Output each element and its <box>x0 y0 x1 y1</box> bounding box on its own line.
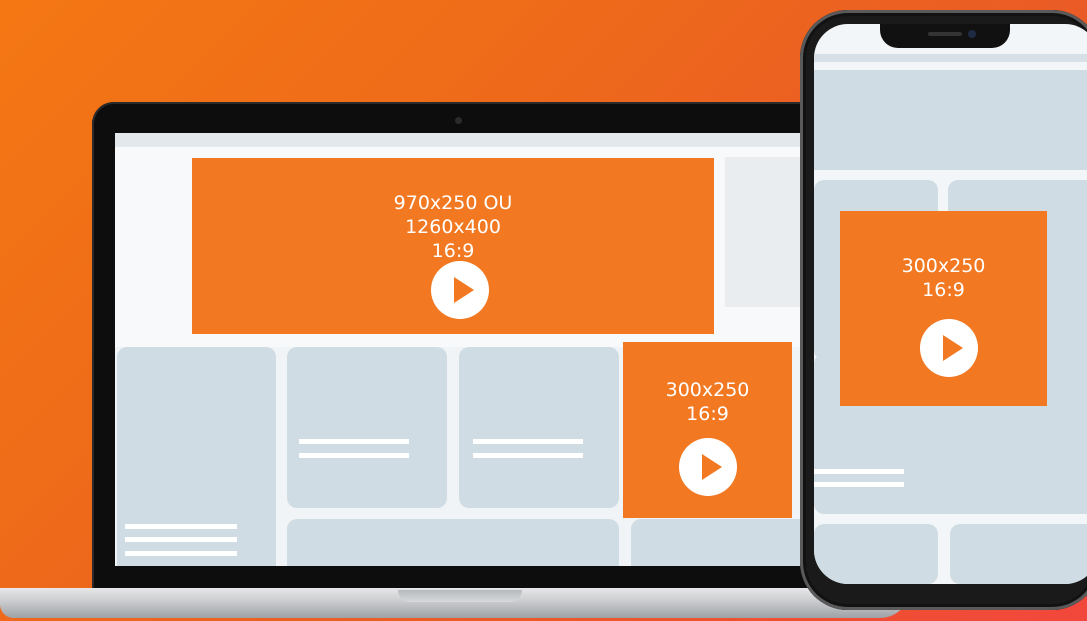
placeholder-line <box>125 537 237 542</box>
phone-notch <box>880 24 1010 48</box>
placeholder-card <box>814 524 938 584</box>
phone-speaker <box>928 32 962 36</box>
placeholder-line <box>125 551 237 556</box>
ad-size-label: 300x250 <box>901 255 986 277</box>
placeholder-line <box>814 469 904 474</box>
laptop-camera <box>455 117 462 124</box>
placeholder-card <box>117 347 276 566</box>
placeholder-card <box>459 347 619 508</box>
laptop-page-topbar <box>115 133 815 147</box>
placeholder-card <box>287 519 619 566</box>
phone-page-topbar <box>814 54 1087 62</box>
ad-leaderboard-970x250[interactable]: 970x250 OU 1260x400 16:9 <box>192 158 714 334</box>
placeholder-line <box>473 439 583 444</box>
play-icon[interactable] <box>679 438 737 496</box>
placeholder-line <box>125 524 237 529</box>
ad-ratio-label: 16:9 <box>922 279 965 301</box>
ad-size-label: 300x250 <box>665 379 750 401</box>
ad-medium-rectangle-300x250[interactable]: 300x250 16:9 <box>623 342 792 518</box>
placeholder-line <box>299 439 409 444</box>
ad-ratio-label: 16:9 <box>431 240 475 262</box>
placeholder-card <box>631 519 811 566</box>
placeholder-line <box>473 453 583 458</box>
ad-size-label: 970x250 OU <box>393 192 513 214</box>
play-icon[interactable] <box>431 261 489 319</box>
ad-size-label: 1260x400 <box>405 216 501 238</box>
phone-camera <box>968 30 976 38</box>
phone-hero-placeholder <box>814 70 1087 170</box>
placeholder-line <box>814 482 904 487</box>
phone-ad-medium-rectangle-300x250[interactable]: 300x250 16:9 <box>840 211 1047 406</box>
placeholder-line <box>299 453 409 458</box>
play-icon[interactable] <box>920 319 978 377</box>
placeholder-card <box>950 524 1087 584</box>
placeholder-card <box>287 347 447 508</box>
laptop-hinge-notch <box>398 590 522 602</box>
ad-ratio-label: 16:9 <box>686 403 729 425</box>
